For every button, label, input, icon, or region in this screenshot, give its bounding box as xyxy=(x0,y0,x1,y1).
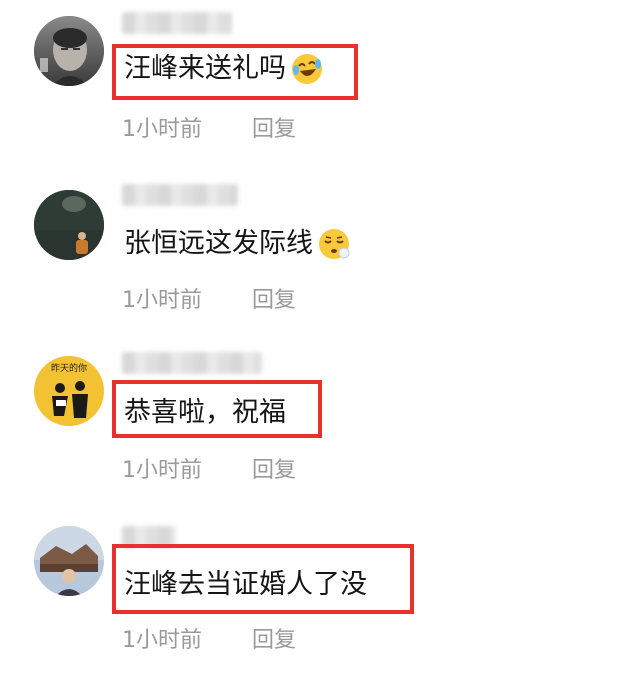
avatar[interactable] xyxy=(34,526,104,596)
reply-button[interactable]: 回复 xyxy=(252,622,296,654)
comment-time: 1小时前 xyxy=(122,628,202,653)
highlight-box xyxy=(112,44,358,100)
comment-item: 汪峰来送礼吗 1小时前 回复 xyxy=(0,0,641,170)
comment-text-content: 张恒远这发际线 xyxy=(124,228,313,259)
comment-time: 1小时前 xyxy=(122,117,202,142)
avatar[interactable] xyxy=(34,16,104,86)
username-blurred[interactable] xyxy=(122,184,238,206)
comment-time: 1小时前 xyxy=(122,458,202,483)
highlight-box xyxy=(112,380,322,438)
comment-text: 张恒远这发际线 xyxy=(124,227,351,261)
comment-item: 张恒远这发际线 1小时前 回复 xyxy=(0,170,641,340)
comment-item: 汪峰去当证婚人了没 1小时前 回复 xyxy=(0,512,641,682)
avatar[interactable] xyxy=(34,190,104,260)
comment-time: 1小时前 xyxy=(122,288,202,313)
avatar[interactable]: 昨天的你 xyxy=(34,356,104,426)
avatar-caption: 昨天的你 xyxy=(51,362,87,374)
reply-button[interactable]: 回复 xyxy=(252,452,296,484)
reply-button[interactable]: 回复 xyxy=(252,282,296,314)
highlight-box xyxy=(112,544,414,614)
reply-button[interactable]: 回复 xyxy=(252,111,296,143)
comment-item: 昨天的你 恭喜啦，祝福 1小时前 回复 xyxy=(0,340,641,510)
relieved-sigh-emoji-icon xyxy=(319,229,350,259)
username-blurred[interactable] xyxy=(122,12,232,34)
username-blurred[interactable] xyxy=(122,352,262,374)
